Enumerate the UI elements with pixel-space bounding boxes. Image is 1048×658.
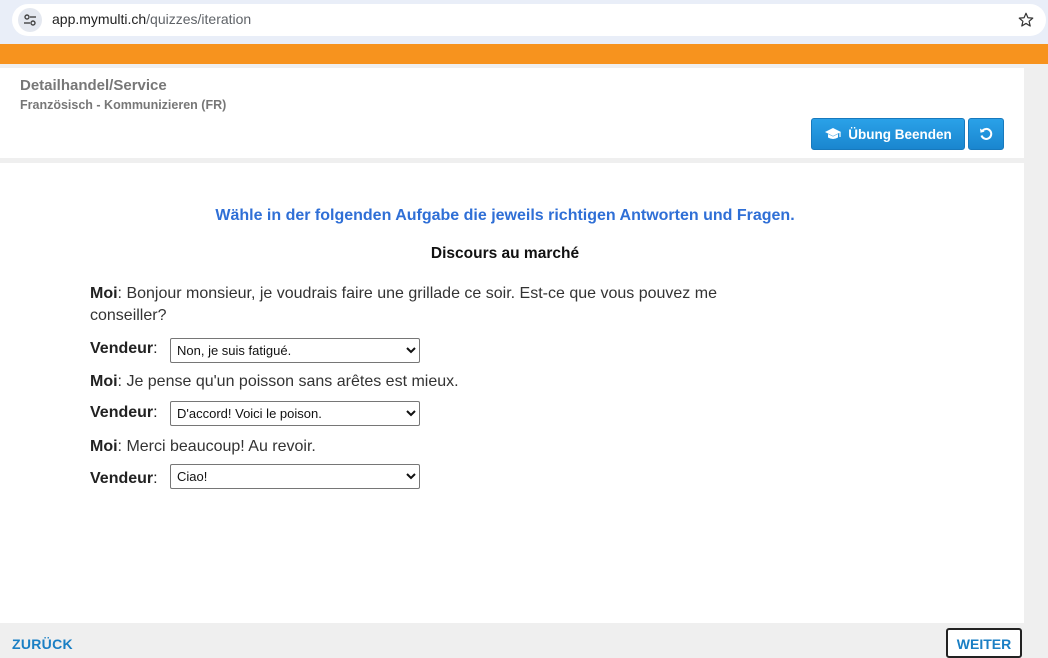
next-button-label: WEITER	[956, 636, 1012, 652]
orange-banner	[0, 44, 1048, 64]
answer-select-2[interactable]: D'accord! Voici le poison.	[170, 401, 420, 426]
speaker-vendor-label: Vendeur	[90, 404, 154, 421]
speaker-vendor-row-1: Vendeur:	[90, 340, 158, 357]
answer-select-3[interactable]: Ciao!	[170, 464, 420, 489]
speaker-vendor-row-3: Vendeur:	[90, 470, 158, 487]
next-button[interactable]: WEITER	[946, 628, 1022, 658]
course-title: Detailhandel/Service	[20, 77, 167, 94]
speaker-me-label: Moi	[90, 285, 118, 302]
speaker-vendor-label: Vendeur	[90, 340, 154, 357]
dialogue-text: : Je pense qu'un poisson sans arêtes est…	[117, 373, 459, 390]
reset-button[interactable]	[968, 118, 1004, 150]
url-host: app.mymulti.ch	[52, 11, 147, 27]
site-settings-icon[interactable]	[18, 8, 42, 32]
url-text[interactable]: app.mymulti.ch/quizzes/iteration	[52, 11, 251, 27]
speaker-vendor-label: Vendeur	[90, 470, 154, 487]
reset-icon	[980, 127, 993, 140]
quiz-content: Wähle in der folgenden Aufgabe die jewei…	[0, 163, 1024, 623]
speaker-me-label: Moi	[90, 438, 118, 455]
dialogue-line-2: Moi: Je pense qu'un poisson sans arêtes …	[90, 371, 459, 393]
dialogue-text-continued: conseiller?	[90, 307, 167, 324]
url-path: /quizzes/iteration	[146, 11, 252, 27]
dialogue-line-3: Moi: Merci beaucoup! Au revoir.	[90, 436, 316, 458]
browser-toolbar: app.mymulti.ch/quizzes/iteration	[0, 0, 1048, 44]
quiz-header: Detailhandel/Service Französisch - Kommu…	[0, 68, 1024, 158]
address-bar[interactable]: app.mymulti.ch/quizzes/iteration	[12, 4, 1046, 36]
dialogue-text: : Merci beaucoup! Au revoir.	[117, 438, 316, 455]
quiz-title: Discours au marché	[430, 245, 580, 262]
speaker-me-label: Moi	[90, 373, 118, 390]
back-button[interactable]: ZURÜCK	[12, 636, 73, 652]
quiz-instruction: Wähle in der folgenden Aufgabe die jewei…	[215, 207, 795, 224]
end-exercise-label: Übung Beenden	[848, 126, 952, 142]
answer-select-1[interactable]: Non, je suis fatigué.	[170, 338, 420, 363]
dialogue-line-1: Moi: Bonjour monsieur, je voudrais faire…	[90, 283, 717, 327]
dialogue-text: : Bonjour monsieur, je voudrais faire un…	[117, 285, 717, 302]
speaker-vendor-row-2: Vendeur:	[90, 404, 158, 421]
graduation-cap-icon	[825, 128, 842, 139]
course-subtitle: Französisch - Kommunizieren (FR)	[20, 98, 227, 112]
bookmark-star-icon[interactable]	[1014, 8, 1038, 32]
end-exercise-button[interactable]: Übung Beenden	[811, 118, 965, 150]
